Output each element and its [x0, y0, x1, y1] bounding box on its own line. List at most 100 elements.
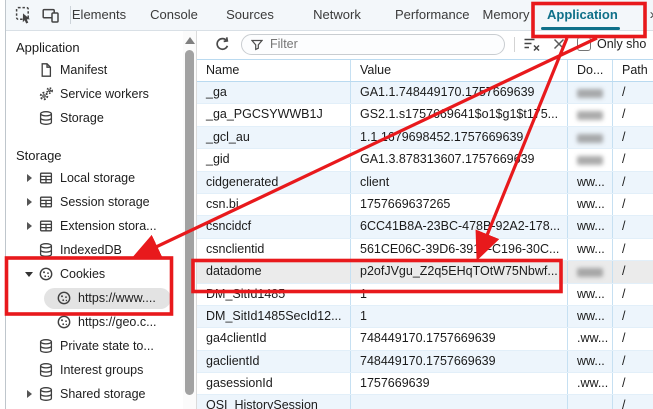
cookie-name-cell: ga4clientId — [197, 328, 351, 349]
tab-application[interactable]: Application — [547, 0, 618, 30]
sidebar-item-storage[interactable]: Storage — [6, 106, 183, 130]
disclosure-spacer[interactable] — [40, 315, 54, 329]
cookie-path-cell: / — [613, 127, 653, 148]
column-header-path[interactable]: Path — [613, 60, 653, 81]
sidebar-item-label: Storage — [60, 111, 104, 125]
cookie-name-cell: cidgenerated — [197, 172, 351, 193]
cookies-panel: Only sho Name Value Do... Path _ga GA1.1… — [196, 30, 653, 409]
disclosure-spacer[interactable] — [40, 291, 54, 305]
cookie-domain-cell: ww... — [568, 284, 613, 305]
sidebar-item-indexeddb[interactable]: IndexedDB — [6, 238, 183, 262]
cookie-row-dm-sitid1485[interactable]: DM_SitId1485 1 ww... / — [197, 284, 653, 306]
sidebar-scrollbar[interactable] — [183, 30, 196, 409]
cookie-row-csncidcf[interactable]: csncidcf 6CC41B8A-23BC-478B-92A2-178... … — [197, 216, 653, 238]
tab-sources[interactable]: Sources — [221, 0, 279, 30]
refresh-icon[interactable] — [214, 36, 231, 53]
cookie-path-cell: / — [613, 82, 653, 103]
cookie-value-cell: 1.1.1679698452.1757669639 — [351, 127, 568, 148]
cookie-row-gasessionid[interactable]: gasessionId 1757669639 .ww... / — [197, 373, 653, 395]
device-toolbar-icon[interactable] — [42, 6, 60, 24]
cookie-value-cell: 748449170.1757669639 — [351, 328, 568, 349]
database-icon — [38, 242, 54, 258]
tab-console[interactable]: Console — [145, 0, 203, 30]
sidebar-item-private-state-to[interactable]: Private state to... — [6, 334, 183, 358]
cookies-toolbar: Only sho — [197, 30, 653, 58]
database-icon — [38, 338, 54, 354]
delete-selected-icon[interactable] — [553, 38, 565, 50]
cookie-path-cell: / — [613, 239, 653, 260]
cookie-row-gid[interactable]: _gid GA1.3.878313607.1757669639 / — [197, 149, 653, 171]
sidebar-item-manifest[interactable]: Manifest — [6, 58, 183, 82]
cookie-domain-cell: ww... — [568, 351, 613, 372]
sidebar-item-shared-storage[interactable]: Shared storage — [6, 382, 183, 406]
filter-input[interactable] — [241, 34, 505, 55]
disclosure-spacer[interactable] — [22, 87, 36, 101]
disclosure-spacer[interactable] — [22, 339, 36, 353]
chevron-right-icon[interactable] — [22, 387, 36, 401]
sidebar-item-https-www[interactable]: https://www.... — [6, 286, 183, 310]
filter-funnel-icon — [251, 39, 263, 51]
cookie-domain-cell: ww... — [568, 194, 613, 215]
column-header-value[interactable]: Value — [351, 60, 568, 81]
cookie-row-cidgenerated[interactable]: cidgenerated client ww... / — [197, 172, 653, 194]
cookie-row-gaclientid[interactable]: gaclientId 748449170.1757669639 ww... / — [197, 351, 653, 373]
devtools-window: Elements Console Sources Network Perform… — [0, 0, 653, 409]
only-show-checkbox[interactable] — [577, 37, 591, 51]
cookie-path-cell: / — [613, 216, 653, 237]
tab-memory[interactable]: Memory — [465, 0, 547, 30]
toolbar-divider — [514, 37, 515, 52]
cookie-domain-cell — [568, 82, 613, 103]
tab-performance[interactable]: Performance — [395, 0, 451, 30]
cookie-row-ga-pgcsywwb1j[interactable]: _ga_PGCSYWWB1J GS2.1.s1757669641$o1$g1$t… — [197, 104, 653, 126]
disclosure-spacer[interactable] — [22, 63, 36, 77]
cookie-name-cell: csncidcf — [197, 216, 351, 237]
tab-network[interactable]: Network — [297, 0, 377, 30]
clear-all-cookies-icon[interactable] — [523, 36, 541, 52]
database-icon — [38, 362, 54, 378]
cookie-row-dm-sitid1485secid12[interactable]: DM_SitId1485SecId12... 1 ww... / — [197, 306, 653, 328]
sidebar-item-https-geo-c[interactable]: https://geo.c... — [6, 310, 183, 334]
cookie-row-ga4clientid[interactable]: ga4clientId 748449170.1757669639 .ww... … — [197, 328, 653, 350]
disclosure-spacer[interactable] — [22, 243, 36, 257]
scroll-up-arrow-icon[interactable] — [185, 37, 195, 44]
cookies-table-body: _ga GA1.1.748449170.1757669639 / _ga_PGC… — [197, 82, 653, 409]
sidebar-item-session-storage[interactable]: Session storage — [6, 190, 183, 214]
cookie-row-gcl-au[interactable]: _gcl_au 1.1.1679698452.1757669639 / — [197, 127, 653, 149]
column-header-name[interactable]: Name — [197, 60, 351, 81]
inspect-element-icon[interactable] — [15, 6, 33, 24]
sidebar-section-header: Storage — [6, 146, 183, 166]
disclosure-spacer[interactable] — [22, 363, 36, 377]
cookie-domain-cell: .ww... — [568, 328, 613, 349]
cookie-value-cell: 1 — [351, 306, 568, 327]
table-icon — [38, 170, 54, 186]
cookie-icon — [38, 266, 54, 282]
chevron-right-icon[interactable] — [22, 195, 36, 209]
cookie-path-cell: / — [613, 172, 653, 193]
cookie-name-cell: csn.bi — [197, 194, 351, 215]
more-tabs-icon[interactable]: » — [650, 0, 653, 30]
cookie-row-csn-bi[interactable]: csn.bi 1757669637265 ww... / — [197, 194, 653, 216]
tab-elements[interactable]: Elements — [71, 0, 127, 30]
cookie-path-cell: / — [613, 373, 653, 394]
chevron-down-icon[interactable] — [22, 267, 36, 281]
disclosure-spacer[interactable] — [22, 111, 36, 125]
cookie-value-cell: 1757669639 — [351, 373, 568, 394]
sidebar-item-service-workers[interactable]: Service workers — [6, 82, 183, 106]
cookie-row-ga[interactable]: _ga GA1.1.748449170.1757669639 / — [197, 82, 653, 104]
cookie-name-cell: gasessionId — [197, 373, 351, 394]
column-header-domain[interactable]: Do... — [568, 60, 613, 81]
cookie-row-qsi-historysession[interactable]: QSI_HistorySession / — [197, 395, 653, 409]
cookies-table-header: Name Value Do... Path — [197, 59, 653, 82]
cookie-row-datadome[interactable]: datadome p2ofJVgu_Z2q5EHqTOtW75Nbwf... / — [197, 261, 653, 283]
sidebar-item-interest-groups[interactable]: Interest groups — [6, 358, 183, 382]
cookie-row-csnclientid[interactable]: csnclientid 561CE06C-39D6-391F-C196-30C.… — [197, 239, 653, 261]
sidebar-item-local-storage[interactable]: Local storage — [6, 166, 183, 190]
chevron-right-icon[interactable] — [22, 171, 36, 185]
sidebar-item-extension-stora[interactable]: Extension stora... — [6, 214, 183, 238]
chevron-right-icon[interactable] — [22, 219, 36, 233]
panel-tabs: Elements Console Sources Network Perform… — [71, 0, 636, 30]
scrollbar-thumb[interactable] — [185, 50, 194, 395]
cookie-name-cell: _ga — [197, 82, 351, 103]
cookie-path-cell: / — [613, 395, 653, 409]
sidebar-item-cookies[interactable]: Cookies — [6, 262, 183, 286]
